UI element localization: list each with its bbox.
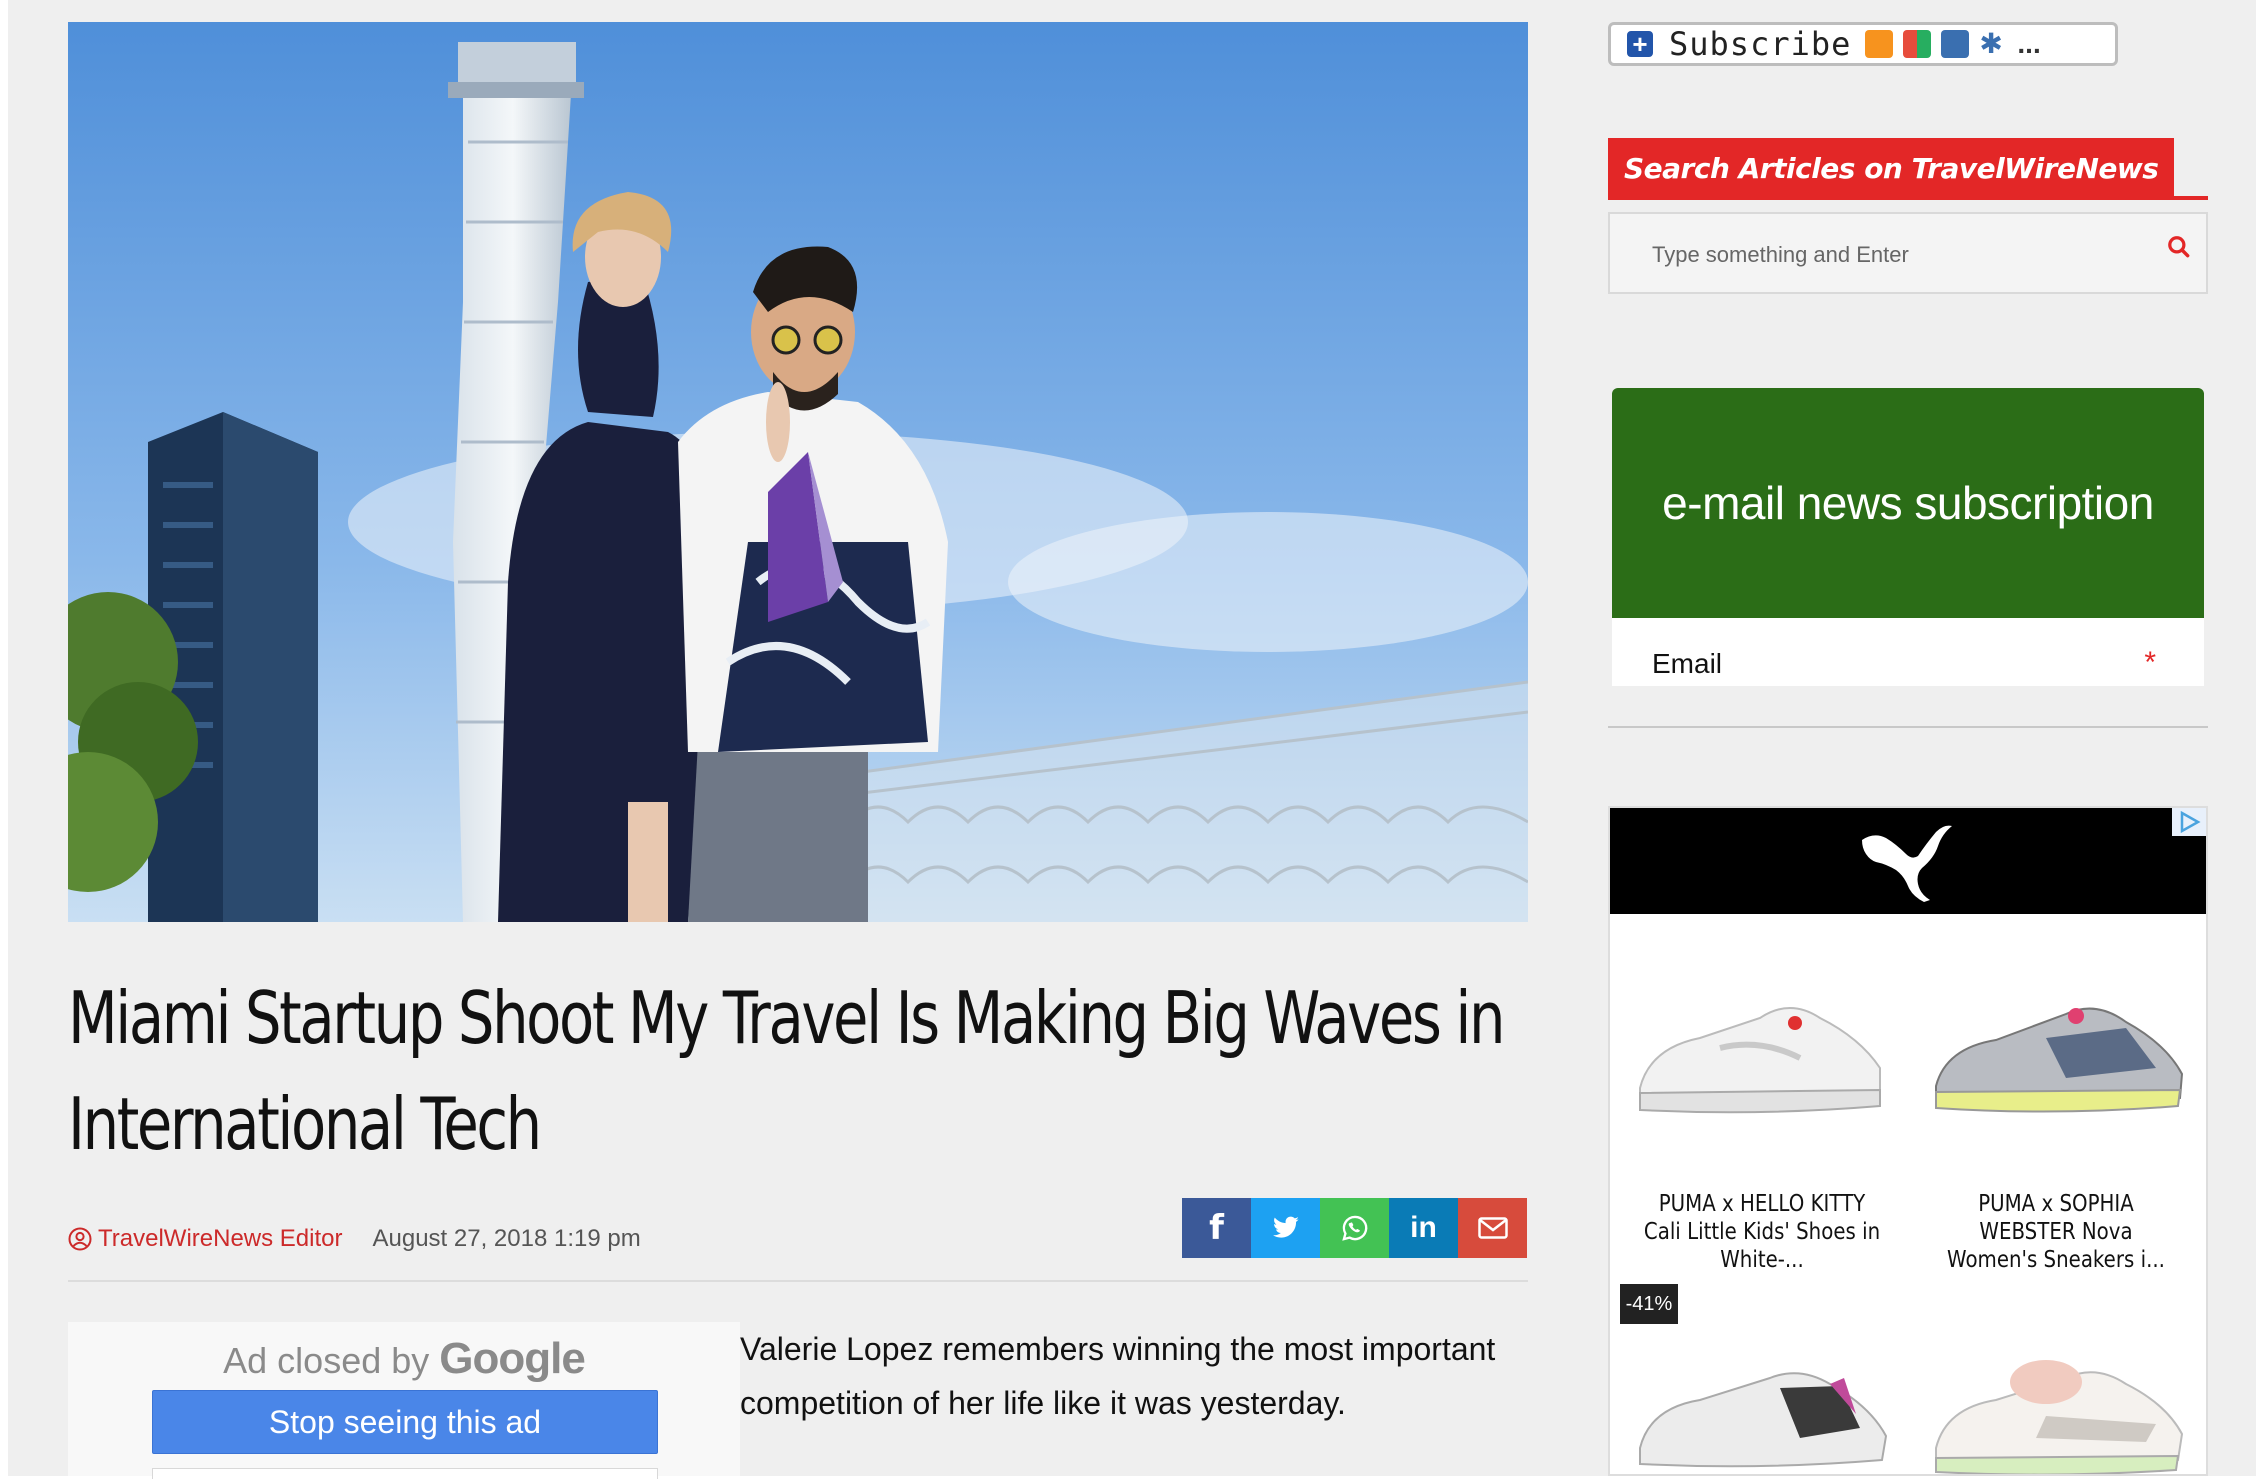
product-name[interactable]: PUMA x HELLO KITTY Cali Little Kids' Sho…	[1642, 1190, 1883, 1274]
user-icon	[68, 1227, 92, 1251]
search-box	[1608, 212, 2208, 294]
product-image[interactable]	[1630, 978, 1890, 1128]
product-image[interactable]	[1926, 978, 2190, 1128]
article-meta: TravelWireNews Editor August 27, 2018 1:…	[68, 1222, 641, 1256]
discount-badge: -41%	[1620, 1284, 1678, 1324]
ad-feedback-panel	[152, 1468, 658, 1479]
product-image[interactable]	[1926, 1338, 2190, 1476]
search-title-underline	[1608, 196, 2208, 200]
linkedin-icon: in	[1410, 1211, 1437, 1244]
linkedin-share-button[interactable]: in	[1389, 1198, 1458, 1258]
sidebar-divider	[1608, 726, 2208, 728]
product-name[interactable]: PUMA x SOPHIA WEBSTER Nova Women's Sneak…	[1936, 1190, 2177, 1274]
twitter-share-button[interactable]	[1251, 1198, 1320, 1258]
email-icon	[1477, 1217, 1508, 1239]
required-marker: *	[2144, 646, 2156, 679]
plus-icon: +	[1627, 31, 1653, 57]
article-body: Valerie Lopez remembers winning the most…	[740, 1331, 1496, 1421]
facebook-share-button[interactable]: f	[1182, 1198, 1251, 1258]
twitter-icon	[1272, 1216, 1299, 1238]
puma-ad-header	[1610, 808, 2206, 914]
meta-divider	[68, 1280, 1528, 1282]
facebook-icon: f	[1209, 1208, 1224, 1248]
adchoices-icon[interactable]	[2172, 808, 2206, 836]
product-image[interactable]	[1630, 1348, 1890, 1476]
email-form: Email *	[1612, 618, 2204, 686]
subscribe-label: Subscribe	[1669, 25, 1852, 63]
stop-seeing-ad-button[interactable]: Stop seeing this ad	[152, 1390, 658, 1454]
email-subscription-widget: e-mail news subscription Email *	[1612, 388, 2204, 686]
email-share-button[interactable]	[1458, 1198, 1527, 1258]
puma-logo-icon	[1862, 825, 1952, 902]
ad-closed-box: Ad closed by Google Stop seeing this ad	[68, 1322, 740, 1479]
feed-icons: ✱	[1865, 30, 2017, 58]
search-icon[interactable]	[2166, 234, 2192, 260]
windows-live-icon	[1903, 30, 1932, 58]
rss-icon	[1865, 30, 1894, 58]
ad-closed-text: Ad closed by	[223, 1340, 430, 1381]
whatsapp-share-button[interactable]	[1320, 1198, 1389, 1258]
puma-ad[interactable]: PUMA x HELLO KITTY Cali Little Kids' Sho…	[1608, 806, 2208, 1476]
whatsapp-icon	[1341, 1215, 1367, 1241]
search-widget-title: Search Articles on TravelWireNews	[1608, 138, 2175, 198]
subscribe-button[interactable]: + Subscribe ✱ ...	[1608, 22, 2118, 66]
article-title: Miami Startup Shoot My Travel Is Making …	[68, 976, 1506, 1166]
email-field-label: Email	[1652, 648, 1723, 679]
feed-reader-icon	[1941, 30, 1970, 58]
hero-photo	[68, 22, 1528, 922]
google-logo: Google	[439, 1334, 586, 1383]
email-widget-title: e-mail news subscription	[1612, 388, 2204, 618]
publish-date: August 27, 2018 1:19 pm	[372, 1225, 641, 1252]
author-link[interactable]: TravelWireNews Editor	[68, 1225, 343, 1253]
share-bar: f in	[1182, 1198, 1527, 1258]
author-name: TravelWireNews Editor	[98, 1225, 343, 1252]
search-input[interactable]	[1650, 238, 2134, 272]
netvibes-icon: ✱	[1979, 28, 2003, 59]
ad-closed-message: Ad closed by Google	[68, 1334, 740, 1384]
more-icon: ...	[2017, 28, 2041, 59]
